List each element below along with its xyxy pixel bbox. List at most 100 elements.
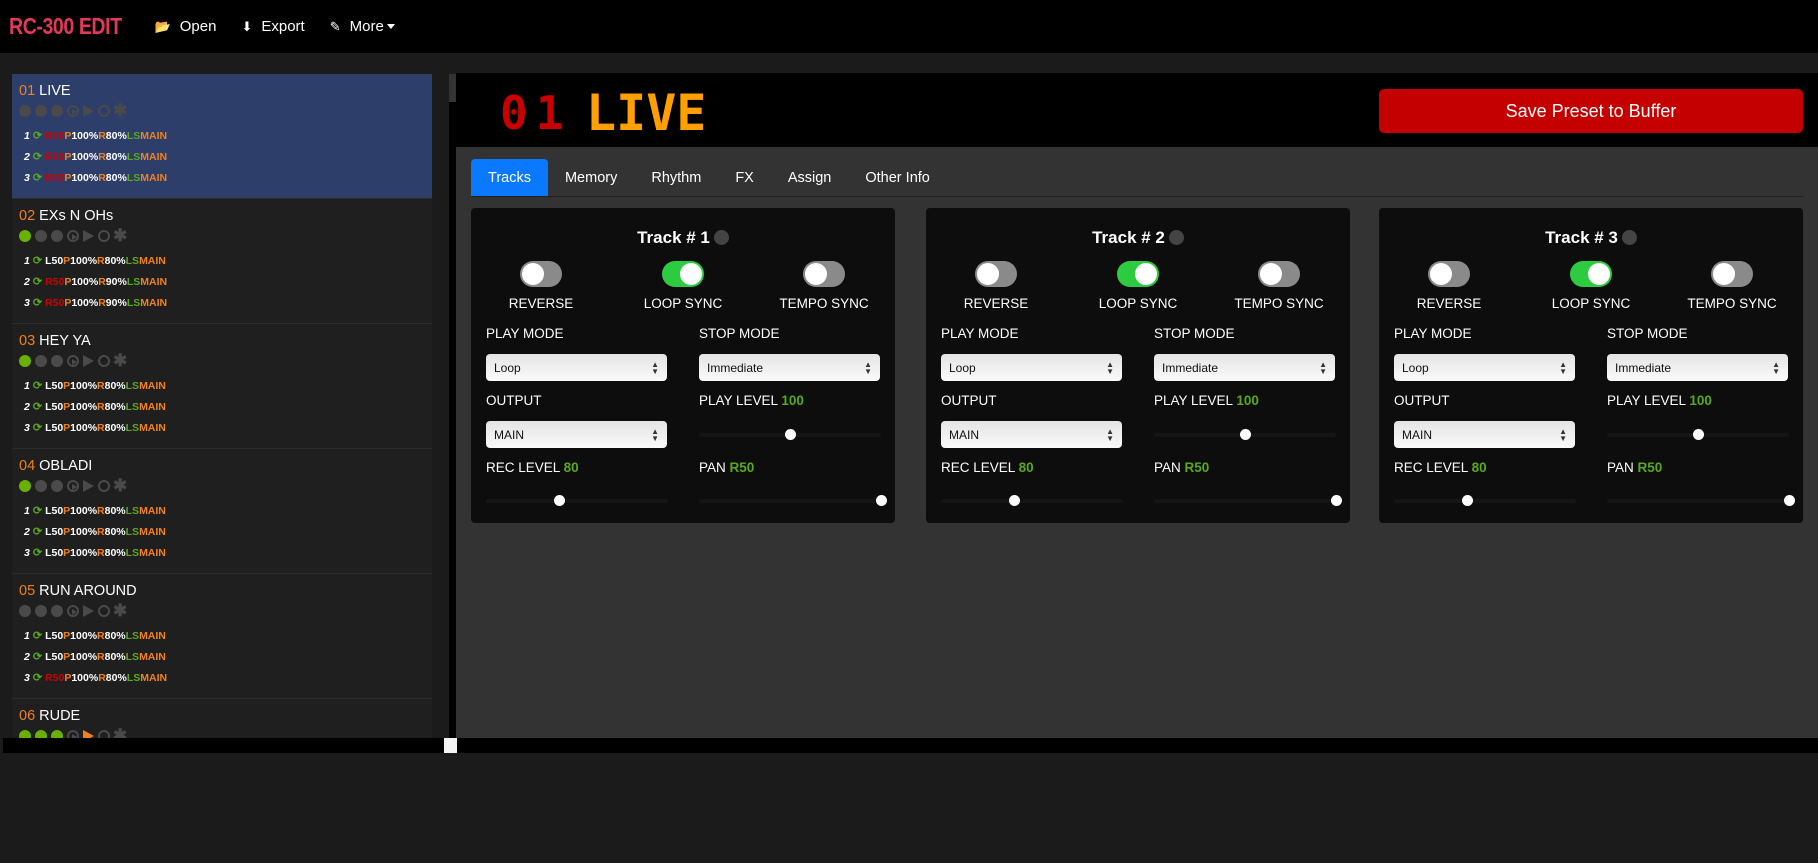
track-status-dot-icon [51,355,63,367]
select-arrows-icon: ▲ ▼ [651,359,659,376]
app-logo[interactable]: RC-300 EDIT [9,13,122,40]
asterisk-icon: ✱ [113,226,128,245]
selected-value: Loop [949,360,976,375]
preset-name: RUDE [39,708,81,724]
play-level-slider[interactable] [699,429,881,440]
rec-level-label: R [98,296,106,309]
loop-sync-toggle[interactable] [662,261,704,287]
save-preset-button[interactable]: Save Preset to Buffer [1379,89,1803,133]
preset-status: ✱ [19,727,425,738]
preset-item[interactable]: 01 LIVE ✱ 1 ⟳ R50 P 100% R 80% LS MAIN 2 ⟳ R50… [12,74,432,199]
rec-level-slider[interactable] [1394,495,1576,506]
track-card: Track # 3 REVERSE LOOP SYNC TEMPO SYNC PLA… [1379,208,1803,523]
slider-thumb[interactable] [1331,495,1342,506]
play-level-slider[interactable] [1154,429,1336,440]
pan-slider[interactable] [1607,495,1795,506]
slider-thumb[interactable] [1693,429,1704,440]
loop-sync-flag: LS [125,546,140,559]
tab-fx[interactable]: FX [718,159,771,196]
track-pan: L50 [45,379,64,392]
output-label: OUTPUT [486,393,542,408]
rec-level-label: R [98,129,106,142]
tab-assign[interactable]: Assign [771,159,849,196]
slider-thumb[interactable] [1461,495,1473,506]
track-number: 1 [24,129,30,142]
slider-thumb[interactable] [1240,429,1251,440]
tab-memory[interactable]: Memory [548,159,634,196]
loop-sync-flag: LS [125,400,140,413]
tab-rhythm[interactable]: Rhythm [634,159,718,196]
slider-thumb[interactable] [876,495,887,506]
record-ring-icon [98,480,110,492]
loop-sync-flag: LS [126,671,141,684]
stop-mode-select[interactable]: Immediate ▲ ▼ [1154,354,1335,381]
rec-level: 80% [104,379,126,392]
horizontal-scrollbar[interactable] [3,738,1818,753]
output-select[interactable]: MAIN ▲ ▼ [1394,421,1575,448]
nav-more[interactable]: ✎ More [330,18,395,35]
play-circle-icon [67,105,79,117]
track-summary: 2 ⟳ R50 P 100% R 80% LS MAIN [19,146,425,167]
rec-level-slider[interactable] [941,495,1123,506]
rec-level-slider[interactable] [486,495,668,506]
tempo-sync-toggle[interactable] [803,261,845,287]
preset-item[interactable]: 03 HEY YA ✱ 1 ⟳ L50 P 100% R 80% LS MAIN 2 ⟳ L… [12,324,432,449]
output-select[interactable]: MAIN ▲ ▼ [486,421,667,448]
track-output: MAIN [139,379,166,392]
stop-mode-select[interactable]: Immediate ▲ ▼ [699,354,880,381]
tempo-sync-toggle[interactable] [1258,261,1300,287]
play-mode-select[interactable]: Loop ▲ ▼ [486,354,667,381]
rec-level-label: R [98,171,106,184]
rec-level-label: R [97,546,105,559]
rec-level-label: R [97,400,105,413]
play-level-label: P [63,400,71,413]
vertical-scrollbar[interactable] [449,74,456,738]
play-icon [83,105,94,117]
reverse-toggle[interactable] [520,261,562,287]
preset-item[interactable]: 05 RUN AROUND ✱ 1 ⟳ L50 P 100% R 80% LS MAI… [12,574,432,699]
loop-sync-toggle[interactable] [1117,261,1159,287]
tab-other-info[interactable]: Other Info [848,159,946,196]
output-select[interactable]: MAIN ▲ ▼ [941,421,1122,448]
play-level-slider[interactable] [1607,429,1789,440]
selected-value: MAIN [1402,427,1432,442]
stop-mode-select[interactable]: Immediate ▲ ▼ [1607,354,1788,381]
loop-sync-toggle[interactable] [1570,261,1612,287]
loop-sync-icon: ⟳ [32,276,43,288]
slider-thumb[interactable] [1008,495,1020,506]
tempo-sync-toggle[interactable] [1711,261,1753,287]
tab-tracks[interactable]: Tracks [471,159,548,196]
vertical-scrollbar-thumb[interactable] [449,74,456,102]
slider-thumb[interactable] [553,495,565,506]
nav-open[interactable]: 📂 Open [155,18,217,35]
reverse-toggle[interactable] [975,261,1017,287]
pan-slider[interactable] [699,495,887,506]
select-arrows-icon: ▲ ▼ [864,359,872,376]
track-title: Track # 3 [1545,228,1618,247]
slider-thumb[interactable] [1784,495,1795,506]
preset-item[interactable]: 02 EXs N OHs ✱ 1 ⟳ L50 P 100% R 80% LS MAIN… [12,199,432,324]
rec-level-label: R [97,525,105,538]
nav-export[interactable]: ⬇ Export [241,18,304,35]
track-output: MAIN [139,504,166,517]
play-level: 100% [71,296,99,309]
play-mode-select[interactable]: Loop ▲ ▼ [941,354,1122,381]
loop-sync-icon: ⟳ [32,505,43,517]
track-summary: 2 ⟳ L50 P 100% R 80% LS MAIN [19,646,425,667]
loop-sync-flag: LS [126,171,141,184]
rec-level: 80% [105,671,127,684]
play-level-label: PLAY LEVEL 100 [1607,393,1712,408]
preset-item[interactable]: 04 OBLADI ✱ 1 ⟳ L50 P 100% R 80% LS MAIN 2 ⟳ L… [12,449,432,574]
preset-number: 03 [19,333,36,349]
track-output: MAIN [139,254,166,267]
slider-thumb[interactable] [785,429,796,440]
tempo-sync-label: TEMPO SYNC [1234,296,1324,311]
play-mode-select[interactable]: Loop ▲ ▼ [1394,354,1575,381]
rec-level-label: R [97,629,105,642]
reverse-label: REVERSE [963,296,1029,311]
reverse-toggle[interactable] [1428,261,1470,287]
preset-item[interactable]: 06 RUDE ✱ [12,699,432,738]
track-status-dot-icon [35,105,47,117]
preset-list[interactable]: 01 LIVE ✱ 1 ⟳ R50 P 100% R 80% LS MAIN 2 ⟳ R50… [12,74,432,738]
pan-slider[interactable] [1154,495,1342,506]
